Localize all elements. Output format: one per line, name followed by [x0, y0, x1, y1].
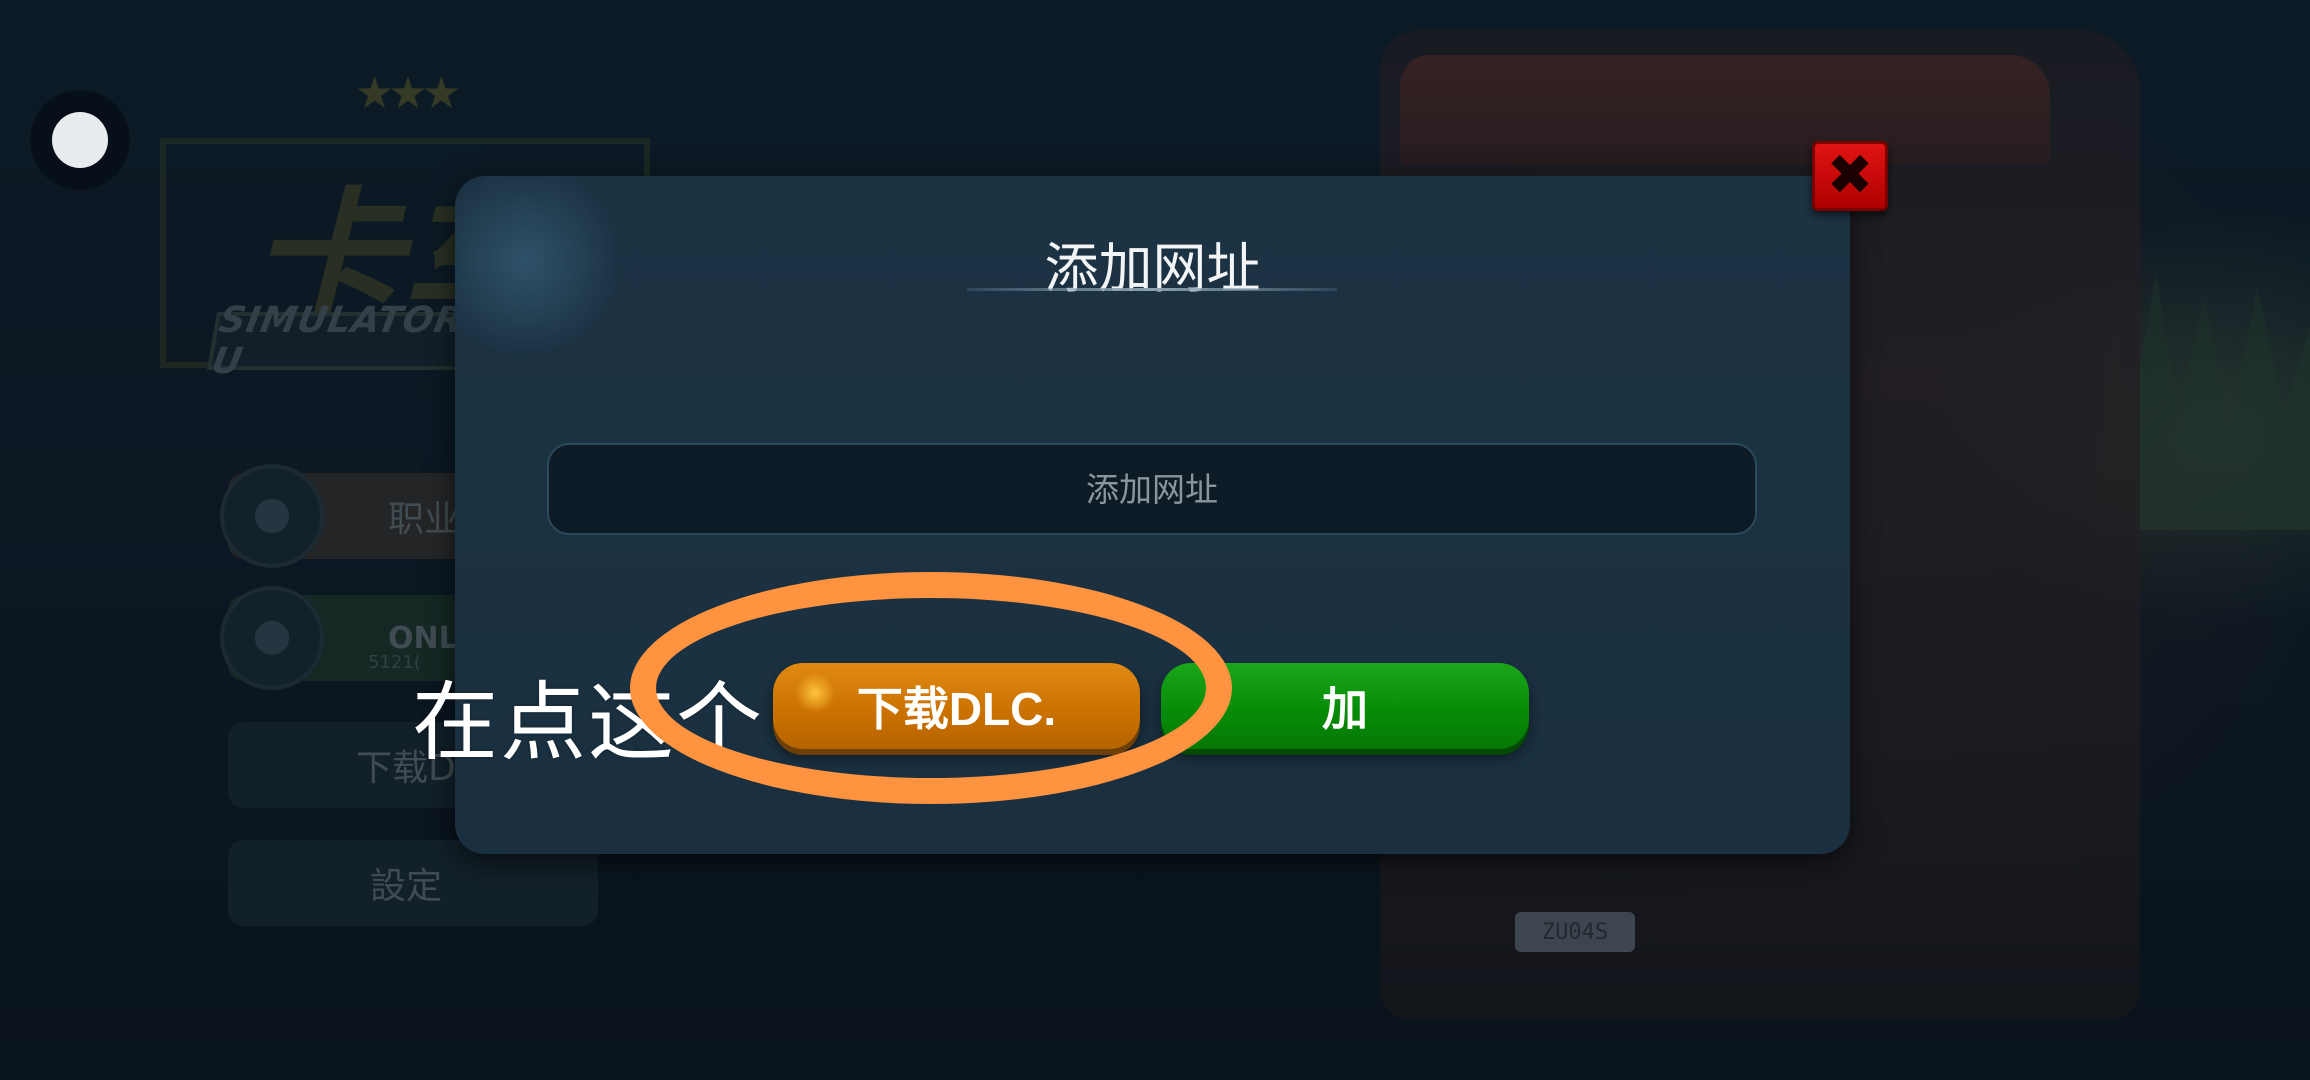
button-glow — [795, 673, 835, 713]
record-dot — [52, 112, 108, 168]
dialog-title: 添加网址 — [1044, 237, 1261, 300]
add-button-label: 加 — [1322, 683, 1368, 735]
close-icon[interactable]: ✖ — [1812, 141, 1888, 211]
annotation-text: 在点这个 — [412, 673, 764, 773]
record-indicator-icon[interactable] — [30, 90, 130, 190]
download-dlc-button[interactable]: 下载DLC. — [773, 663, 1140, 749]
game-screen: ZU04S ★★★ 卡车 SIMULATOR U 职业 ONLIN 5121( … — [0, 0, 2310, 1080]
title-underline — [967, 288, 1337, 291]
url-input[interactable] — [547, 443, 1757, 535]
download-dlc-label: 下载DLC. — [856, 683, 1057, 735]
add-button[interactable]: 加 — [1161, 663, 1529, 749]
close-symbol: ✖ — [1826, 143, 1874, 208]
